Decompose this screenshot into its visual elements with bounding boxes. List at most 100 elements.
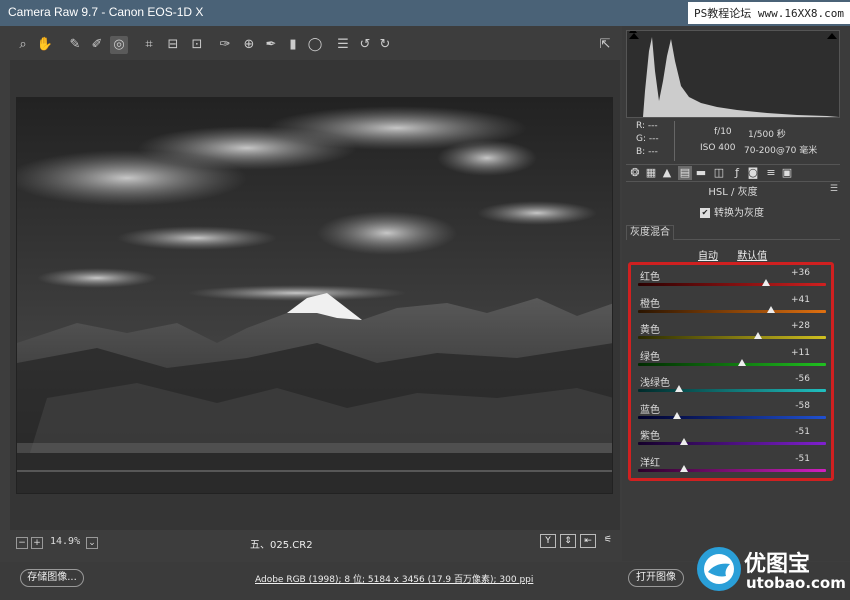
adjustment-brush-icon[interactable]: ✒ <box>262 36 280 54</box>
workflow-options-link[interactable]: Adobe RGB (1998); 8 位; 5184 x 3456 (17.9… <box>255 572 533 585</box>
split-toning-icon[interactable]: ▬ <box>694 166 708 180</box>
slider-track[interactable] <box>638 442 826 445</box>
slider-value[interactable]: +28 <box>791 321 810 331</box>
preferences-icon[interactable]: ☰ <box>334 36 352 54</box>
slider-thumb[interactable] <box>761 279 770 286</box>
hand-icon[interactable]: ✋ <box>36 36 54 54</box>
slider-track[interactable] <box>638 309 826 313</box>
slider-thumb[interactable] <box>673 411 682 419</box>
basic-icon[interactable]: ❂ <box>628 166 642 180</box>
zoom-icon[interactable]: ⌕ <box>14 36 32 54</box>
slider-label: 橙色 <box>640 298 660 310</box>
shutter: 1/500 秒 <box>748 130 786 140</box>
straighten-icon[interactable]: ⊟ <box>164 36 182 54</box>
slider-value[interactable]: -51 <box>795 454 810 464</box>
default-link[interactable]: 默认值 <box>737 251 767 262</box>
slider-row: 紫色 -51 <box>638 427 828 453</box>
slider-track[interactable] <box>638 362 826 366</box>
slider-row: 绿色 +11 <box>638 348 828 374</box>
camera-calibration-icon[interactable]: ◙ <box>746 166 760 180</box>
save-image-button[interactable]: 存储图像... <box>20 569 84 587</box>
red-eye-icon[interactable]: ⊕ <box>240 36 258 54</box>
slider-value[interactable]: -56 <box>795 374 810 384</box>
convert-grayscale-row[interactable]: ✔ 转换为灰度 <box>700 204 764 219</box>
slider-label: 蓝色 <box>640 404 660 416</box>
highlight-clipping-icon[interactable] <box>827 33 837 39</box>
g-readout: G: --- <box>636 134 659 144</box>
slider-thumb[interactable] <box>754 332 763 339</box>
slider-thumb[interactable] <box>675 385 684 392</box>
watermark: PS教程论坛 www.16XX8.com <box>688 2 850 24</box>
slider-track[interactable] <box>638 415 826 419</box>
b-readout: B: --- <box>636 147 658 157</box>
targeted-adjustment-icon[interactable]: ◎ <box>110 36 128 54</box>
hsl-icon[interactable]: ▤ <box>678 166 692 180</box>
slider-label: 洋红 <box>640 457 660 469</box>
snapshots-icon[interactable]: ▣ <box>780 166 794 180</box>
fullscreen-icon[interactable]: ⇱ <box>596 36 614 54</box>
detail-icon[interactable]: ▲ <box>660 166 674 180</box>
auto-link[interactable]: 自动 <box>698 251 718 262</box>
open-image-button[interactable]: 打开图像 <box>628 569 684 587</box>
slider-label: 浅绿色 <box>640 378 670 389</box>
radial-filter-icon[interactable]: ◯ <box>306 36 324 54</box>
logo-subtext: utobao.com <box>746 574 846 592</box>
rotate-cw-icon[interactable]: ↻ <box>376 36 394 54</box>
slider-value[interactable]: +41 <box>791 295 810 305</box>
slider-value[interactable]: +11 <box>791 348 810 358</box>
panel-tabs: ❂ ▦ ▲ ▤ ▬ ◫ ƒ ◙ ≡ ▣ <box>626 164 840 182</box>
toolbar: ⌕ ✋ ✎ ✐ ◎ ⌗ ⊟ ⊡ ✑ ⊕ ✒ ▮ ◯ ☰ ↺ ↻ ⇱ <box>10 34 620 58</box>
slider-row: 蓝色 -58 <box>638 401 828 427</box>
swap-settings-icon[interactable]: ⇕ <box>560 534 576 548</box>
histogram <box>626 27 840 118</box>
panel-menu-icon[interactable]: ☰ <box>830 184 838 194</box>
toggle-settings-icon[interactable]: ⚟ <box>600 534 616 548</box>
mix-links: 自动 默认值 <box>698 247 783 262</box>
graduated-filter-icon[interactable]: ▮ <box>284 36 302 54</box>
slider-value[interactable]: -58 <box>795 401 810 411</box>
slider-row: 洋红 -51 <box>638 454 828 480</box>
zoom-level[interactable]: 14.9% <box>50 536 80 547</box>
slider-track[interactable] <box>638 336 826 339</box>
slider-label: 黄色 <box>640 325 660 336</box>
color-sampler-icon[interactable]: ✐ <box>88 36 106 54</box>
preview-bottom-bar: − + 14.9% ⌄ 五、025.CR2 Y ⇕ ⇤ ⚟ <box>10 534 620 552</box>
section-title: HSL / 灰度 <box>708 187 758 198</box>
lens: 70-200@70 毫米 <box>744 146 818 156</box>
slider-label: 红色 <box>640 272 660 283</box>
lens-icon[interactable]: ◫ <box>712 166 726 180</box>
slider-track[interactable] <box>638 389 826 392</box>
slider-thumb[interactable] <box>680 464 689 472</box>
slider-thumb[interactable] <box>738 358 747 366</box>
tab-grayscale-mix[interactable]: 灰度混合 <box>626 225 674 240</box>
slider-row: 浅绿色 -56 <box>638 374 828 400</box>
tone-curve-icon[interactable]: ▦ <box>644 166 658 180</box>
shadow-clipping-icon[interactable] <box>629 33 639 39</box>
before-after-y-icon[interactable]: Y <box>540 534 556 548</box>
fx-icon[interactable]: ƒ <box>730 166 744 180</box>
preview-image[interactable] <box>16 97 613 494</box>
slider-value[interactable]: -51 <box>795 427 810 437</box>
slider-value[interactable]: +36 <box>791 268 810 278</box>
copy-settings-icon[interactable]: ⇤ <box>580 534 596 548</box>
zoom-dropdown-button[interactable]: ⌄ <box>86 537 98 549</box>
presets-icon[interactable]: ≡ <box>764 166 778 180</box>
slider-label: 紫色 <box>640 431 660 442</box>
spot-removal-icon[interactable]: ✑ <box>216 36 234 54</box>
window-title: Camera Raw 9.7 - Canon EOS-1D X <box>8 5 204 19</box>
aperture: f/10 <box>714 127 732 137</box>
convert-grayscale-checkbox[interactable]: ✔ <box>700 208 710 218</box>
slider-track[interactable] <box>638 468 826 472</box>
zoom-out-button[interactable]: − <box>16 537 28 549</box>
slider-track[interactable] <box>638 283 826 286</box>
slider-thumb[interactable] <box>766 305 775 313</box>
white-balance-icon[interactable]: ✎ <box>66 36 84 54</box>
image-info: R: --- G: --- B: --- f/10 1/500 秒 ISO 40… <box>628 121 838 161</box>
rotate-ccw-icon[interactable]: ↺ <box>356 36 374 54</box>
zoom-in-button[interactable]: + <box>31 537 43 549</box>
slider-thumb[interactable] <box>680 438 689 445</box>
transform-icon[interactable]: ⊡ <box>188 36 206 54</box>
iso: ISO 400 <box>700 143 736 153</box>
slider-label: 绿色 <box>640 351 660 363</box>
crop-icon[interactable]: ⌗ <box>140 36 158 54</box>
